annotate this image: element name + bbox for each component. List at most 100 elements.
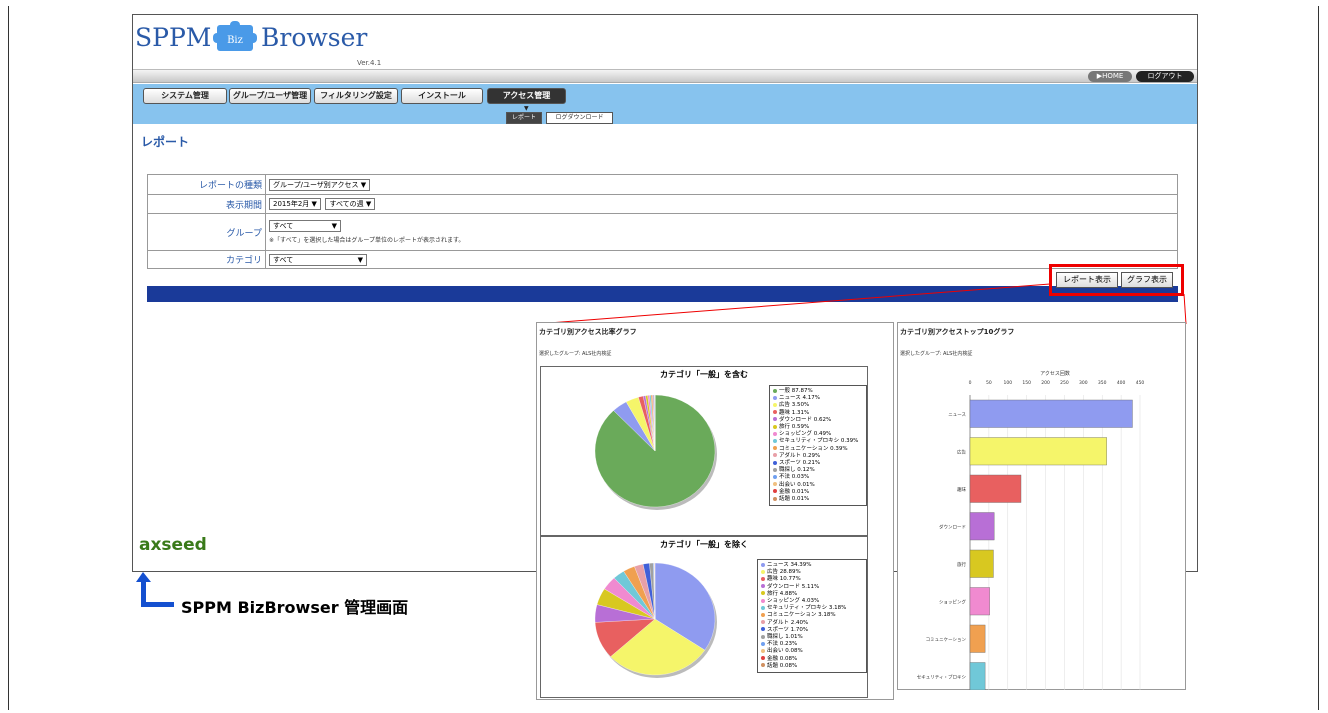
legend-label: 不法 0.23%: [767, 641, 798, 648]
legend-item: 金融 0.08%: [761, 656, 863, 663]
x-tick-label: 450: [1136, 380, 1145, 386]
bar-chart-plot: アクセス回数 0 50 100 150 200 250 300 350 400 450 ニュース広告趣…: [917, 370, 1145, 690]
bar: [969, 662, 986, 690]
pie2-plot: [594, 562, 717, 678]
pie1-legend: 一般 87.87% ニュース 4.17% 広告 3.50% 趣味 1.31% ダウンロー…: [769, 385, 867, 507]
y-tick-label: コミュニケーション: [926, 636, 967, 643]
legend-swatch: [773, 489, 777, 494]
legend-label: スポーツ 0.21%: [779, 460, 821, 467]
legend-swatch: [773, 446, 777, 451]
legend-item: 出会い 0.08%: [761, 648, 863, 655]
legend-item: 広告 3.50%: [773, 402, 863, 409]
legend-item: 出会い 0.01%: [773, 482, 863, 489]
legend-swatch: [761, 627, 765, 632]
legend-item: コミュニケーション 3.18%: [761, 612, 863, 619]
legend-swatch: [761, 663, 765, 668]
legend-swatch: [761, 576, 765, 581]
legend-swatch: [761, 656, 765, 661]
legend-swatch: [761, 591, 765, 596]
legend-label: 不法 0.03%: [779, 474, 810, 481]
legend-swatch: [773, 453, 777, 458]
legend-swatch: [761, 562, 765, 567]
bar: [969, 512, 995, 541]
legend-swatch: [773, 395, 777, 400]
legend-label: 話題 0.08%: [767, 662, 798, 669]
x-tick-label: 350: [1098, 380, 1107, 386]
legend-label: ダウンロード 0.62%: [779, 416, 832, 423]
legend-label: ショッピング 4.03%: [767, 598, 820, 605]
bar: [969, 437, 1107, 466]
legend-swatch: [761, 620, 765, 625]
legend-item: 不法 0.03%: [773, 474, 863, 481]
legend-label: アダルト 0.29%: [779, 452, 821, 459]
bar: [969, 399, 1133, 428]
legend-label: 趣味 1.31%: [779, 409, 810, 416]
legend-swatch: [773, 482, 777, 487]
legend-item: アダルト 0.29%: [773, 453, 863, 460]
legend-label: 出会い 0.08%: [767, 648, 803, 655]
legend-swatch: [761, 641, 765, 646]
pie-panel-title: カテゴリ別アクセス比率グラフ: [539, 328, 637, 336]
legend-label: アダルト 2.40%: [767, 619, 809, 626]
legend-label: セキュリティ・プロキシ 0.39%: [779, 438, 859, 445]
legend-item: 趣味 1.31%: [773, 410, 863, 417]
legend-item: 旅行 4.88%: [761, 591, 863, 598]
y-tick-label: ダウンロード: [939, 523, 966, 530]
legend-label: 旅行 4.88%: [767, 590, 798, 597]
legend-label: 趣味 10.77%: [767, 576, 801, 583]
pie1-plot: [594, 394, 717, 510]
legend-item: 話題 0.08%: [761, 663, 863, 670]
pie2-legend: ニュース 34.39% 広告 28.89% 趣味 10.77% ダウンロード 5.11…: [757, 559, 867, 674]
legend-label: 出会い 0.01%: [779, 481, 815, 488]
legend-swatch: [773, 496, 777, 501]
legend-label: ショッピング 0.49%: [779, 431, 832, 438]
legend-label: 職探し 1.01%: [767, 634, 803, 641]
bar: [969, 587, 990, 616]
x-tick-label: 100: [1003, 380, 1012, 386]
legend-label: 広告 3.50%: [779, 402, 810, 409]
legend-item: 金融 0.01%: [773, 489, 863, 496]
pie-chart-2: カテゴリ「一般」を除く ニュース 34.39% 広告 28.89% 趣味 10.77…: [540, 536, 868, 698]
legend-item: スポーツ 1.70%: [761, 627, 863, 634]
bar: [969, 624, 986, 653]
pie1-title: カテゴリ「一般」を含む: [660, 370, 748, 379]
y-tick-label: 旅行: [957, 561, 966, 568]
legend-swatch: [761, 634, 765, 639]
legend-label: スポーツ 1.70%: [767, 626, 809, 633]
legend-swatch: [761, 584, 765, 589]
legend-swatch: [773, 388, 777, 393]
y-tick-label: 広告: [957, 448, 966, 455]
screen-caption: SPPM BizBrowser 管理画面: [181, 598, 409, 617]
legend-item: アダルト 2.40%: [761, 620, 863, 627]
legend-label: ニュース 34.39%: [767, 562, 812, 568]
legend-swatch: [773, 438, 777, 443]
legend-swatch: [761, 648, 765, 653]
legend-swatch: [761, 612, 765, 617]
bar: [969, 549, 994, 578]
bar-panel-subtitle: 選択したグループ: ALS社内検証: [900, 351, 973, 357]
legend-label: セキュリティ・プロキシ 3.18%: [767, 605, 847, 612]
legend-swatch: [761, 598, 765, 603]
y-tick-label: ショッピング: [939, 598, 966, 605]
y-tick-label: ニュース: [948, 412, 966, 418]
legend-swatch: [773, 402, 777, 407]
legend-swatch: [773, 460, 777, 465]
legend-label: コミュニケーション 3.18%: [767, 612, 836, 619]
legend-label: 金融 0.01%: [779, 488, 810, 495]
y-tick-label: 趣味: [957, 486, 966, 493]
pie-panel-subtitle: 選択したグループ: ALS社内検証: [539, 351, 612, 357]
pie-chart-panel: カテゴリ別アクセス比率グラフ 選択したグループ: ALS社内検証 カテゴリ「一般…: [536, 322, 894, 700]
legend-label: 金融 0.08%: [767, 655, 798, 662]
legend-label: 一般 87.87%: [779, 388, 813, 394]
arrow-up-icon: [136, 572, 174, 607]
x-tick-label: 400: [1117, 380, 1126, 386]
x-axis-label: アクセス回数: [1040, 370, 1070, 377]
y-tick-label: セキュリティ・プロキシ: [917, 674, 967, 680]
x-tick-label: 0: [969, 380, 972, 386]
legend-label: 旅行 0.59%: [779, 424, 810, 431]
legend-swatch: [761, 605, 765, 610]
x-tick-label: 50: [986, 380, 992, 386]
legend-swatch: [761, 569, 765, 574]
legend-swatch: [773, 410, 777, 415]
legend-item: 趣味 10.77%: [761, 576, 863, 583]
